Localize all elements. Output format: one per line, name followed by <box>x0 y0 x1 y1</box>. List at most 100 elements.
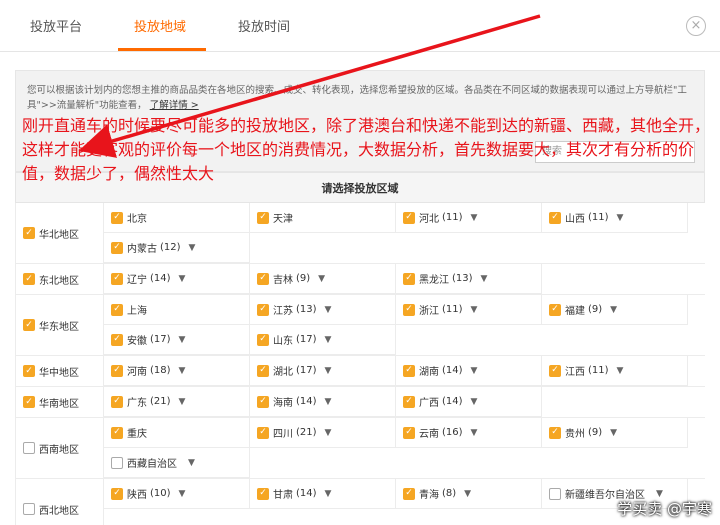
caret-down-icon[interactable]: ▼ <box>325 397 332 407</box>
close-icon[interactable]: × <box>686 16 706 36</box>
region-row: ✓ 华东地区 ✓ 上海 ✓ 江苏 (13) ▼ ✓ 浙江 (11) ▼ ✓ 福建 (9) ▼ ✓ 安徽 (17) ▼ ✓… <box>15 295 705 356</box>
province-count: (11) <box>442 212 463 223</box>
caret-down-icon[interactable]: ▼ <box>481 274 488 284</box>
caret-down-icon[interactable]: ▼ <box>471 397 478 407</box>
caret-down-icon[interactable]: ▼ <box>610 428 617 438</box>
notice-body: 您可以根据该计划内的您想主推的商品品类在各地区的搜索、成交、转化表现，选择您希望… <box>27 85 687 111</box>
province-checkbox[interactable]: ✓ 辽宁 (14) ▼ <box>104 264 250 294</box>
province-checkbox[interactable]: ✓ 北京 <box>104 203 250 233</box>
province-name: 广东 <box>127 398 147 409</box>
region-checkbox[interactable]: ✓ 华中地区 <box>16 356 104 386</box>
caret-down-icon[interactable]: ▼ <box>325 489 332 499</box>
caret-down-icon[interactable]: ▼ <box>471 428 478 438</box>
caret-down-icon[interactable]: ▼ <box>471 366 478 376</box>
province-checkbox[interactable]: ✓ 广西 (14) ▼ <box>396 387 542 417</box>
province-checkbox[interactable]: ✓ 安徽 (17) ▼ <box>104 325 250 355</box>
province-checkbox[interactable]: ✓ 重庆 <box>104 418 250 448</box>
province-checkbox[interactable]: ✓ 江西 (11) ▼ <box>542 356 688 386</box>
province-checkbox[interactable]: ✓ 山东 (17) ▼ <box>250 325 396 355</box>
province-name: 贵州 <box>565 429 585 440</box>
check-icon: ✓ <box>257 333 269 346</box>
check-icon: ✓ <box>257 364 269 377</box>
caret-down-icon[interactable]: ▼ <box>471 305 478 315</box>
tab-time[interactable]: 投放时间 <box>238 16 290 35</box>
province-checkbox[interactable]: ✓ 青海 (8) ▼ <box>396 479 542 509</box>
active-tab-underline <box>118 48 206 51</box>
province-checkbox[interactable]: 西藏自治区 ▼ <box>104 448 250 478</box>
check-icon: ✓ <box>111 241 123 254</box>
province-count: (13) <box>452 273 473 284</box>
province-checkbox[interactable]: ✓ 湖北 (17) ▼ <box>250 356 396 386</box>
province-name: 天津 <box>273 214 293 225</box>
caret-down-icon[interactable]: ▼ <box>179 335 186 345</box>
province-name: 辽宁 <box>127 275 147 286</box>
province-checkbox[interactable]: ✓ 河南 (18) ▼ <box>104 356 250 386</box>
region-checkbox[interactable]: ✓ 东北地区 <box>16 264 104 294</box>
caret-down-icon[interactable]: ▼ <box>179 274 186 284</box>
province-checkbox[interactable]: ✓ 吉林 (9) ▼ <box>250 264 396 294</box>
province-count: (14) <box>296 488 317 499</box>
check-icon: ✓ <box>111 272 123 285</box>
check-icon: ✓ <box>257 211 269 224</box>
province-name: 湖北 <box>273 367 293 378</box>
caret-down-icon[interactable]: ▼ <box>325 305 332 315</box>
province-name: 黑龙江 <box>419 275 449 286</box>
caret-down-icon[interactable]: ▼ <box>179 489 186 499</box>
region-checkbox[interactable]: 西南地区 <box>16 418 104 478</box>
region-checkbox[interactable]: ✓ 华南地区 <box>16 387 104 417</box>
check-icon: ✓ <box>549 303 561 316</box>
province-checkbox[interactable]: ✓ 湖南 (14) ▼ <box>396 356 542 386</box>
province-checkbox[interactable]: ✓ 黑龙江 (13) ▼ <box>396 264 542 294</box>
province-checkbox[interactable]: ✓ 陕西 (10) ▼ <box>104 479 250 509</box>
check-icon: ✓ <box>111 333 123 346</box>
province-checkbox[interactable]: ✓ 山西 (11) ▼ <box>542 203 688 233</box>
province-count: (17) <box>150 334 171 345</box>
caret-down-icon[interactable]: ▼ <box>464 489 471 499</box>
check-icon: ✓ <box>23 365 35 377</box>
caret-down-icon[interactable]: ▼ <box>189 243 196 253</box>
caret-down-icon[interactable]: ▼ <box>325 366 332 376</box>
caret-down-icon[interactable]: ▼ <box>610 305 617 315</box>
province-count: (14) <box>296 396 317 407</box>
caret-down-icon[interactable]: ▼ <box>179 397 186 407</box>
province-checkbox[interactable]: ✓ 天津 <box>250 203 396 233</box>
province-checkbox[interactable]: ✓ 贵州 (9) ▼ <box>542 418 688 448</box>
province-checkbox[interactable]: ✓ 广东 (21) ▼ <box>104 387 250 417</box>
caret-down-icon[interactable]: ▼ <box>188 458 195 468</box>
province-name: 湖南 <box>419 367 439 378</box>
caret-down-icon[interactable]: ▼ <box>318 274 325 284</box>
province-checkbox[interactable]: ✓ 河北 (11) ▼ <box>396 203 542 233</box>
caret-down-icon[interactable]: ▼ <box>471 213 478 223</box>
region-label: 华东地区 <box>39 321 79 333</box>
caret-down-icon[interactable]: ▼ <box>325 428 332 438</box>
region-checkbox[interactable]: 西北地区 <box>16 479 104 525</box>
region-checkbox[interactable]: ✓ 华东地区 <box>16 295 104 355</box>
caret-down-icon[interactable]: ▼ <box>617 213 624 223</box>
province-name: 青海 <box>419 490 439 501</box>
check-icon: ✓ <box>403 487 415 500</box>
province-name: 重庆 <box>127 429 147 440</box>
tab-platform[interactable]: 投放平台 <box>30 16 82 35</box>
province-checkbox[interactable]: ✓ 甘肃 (14) ▼ <box>250 479 396 509</box>
caret-down-icon[interactable]: ▼ <box>179 366 186 376</box>
province-checkbox[interactable]: ✓ 内蒙古 (12) ▼ <box>104 233 250 263</box>
province-name: 浙江 <box>419 306 439 317</box>
province-checkbox[interactable]: ✓ 江苏 (13) ▼ <box>250 295 396 325</box>
province-checkbox[interactable]: ✓ 浙江 (11) ▼ <box>396 295 542 325</box>
caret-down-icon[interactable]: ▼ <box>617 366 624 376</box>
notice-detail-link[interactable]: 了解详情 > <box>150 100 199 111</box>
province-checkbox[interactable]: ✓ 海南 (14) ▼ <box>250 387 396 417</box>
province-checkbox[interactable]: ✓ 福建 (9) ▼ <box>542 295 688 325</box>
check-icon: ✓ <box>111 211 123 224</box>
region-checkbox[interactable]: ✓ 华北地区 <box>16 203 104 263</box>
province-name: 海南 <box>273 398 293 409</box>
province-checkbox[interactable]: ✓ 云南 (16) ▼ <box>396 418 542 448</box>
province-checkbox[interactable]: ✓ 四川 (21) ▼ <box>250 418 396 448</box>
province-count: (21) <box>150 396 171 407</box>
province-count: (11) <box>588 365 609 376</box>
province-checkbox[interactable]: ✓ 上海 <box>104 295 250 325</box>
caret-down-icon[interactable]: ▼ <box>656 489 663 499</box>
caret-down-icon[interactable]: ▼ <box>325 335 332 345</box>
province-name: 山西 <box>565 214 585 225</box>
tab-region[interactable]: 投放地域 <box>134 16 186 35</box>
